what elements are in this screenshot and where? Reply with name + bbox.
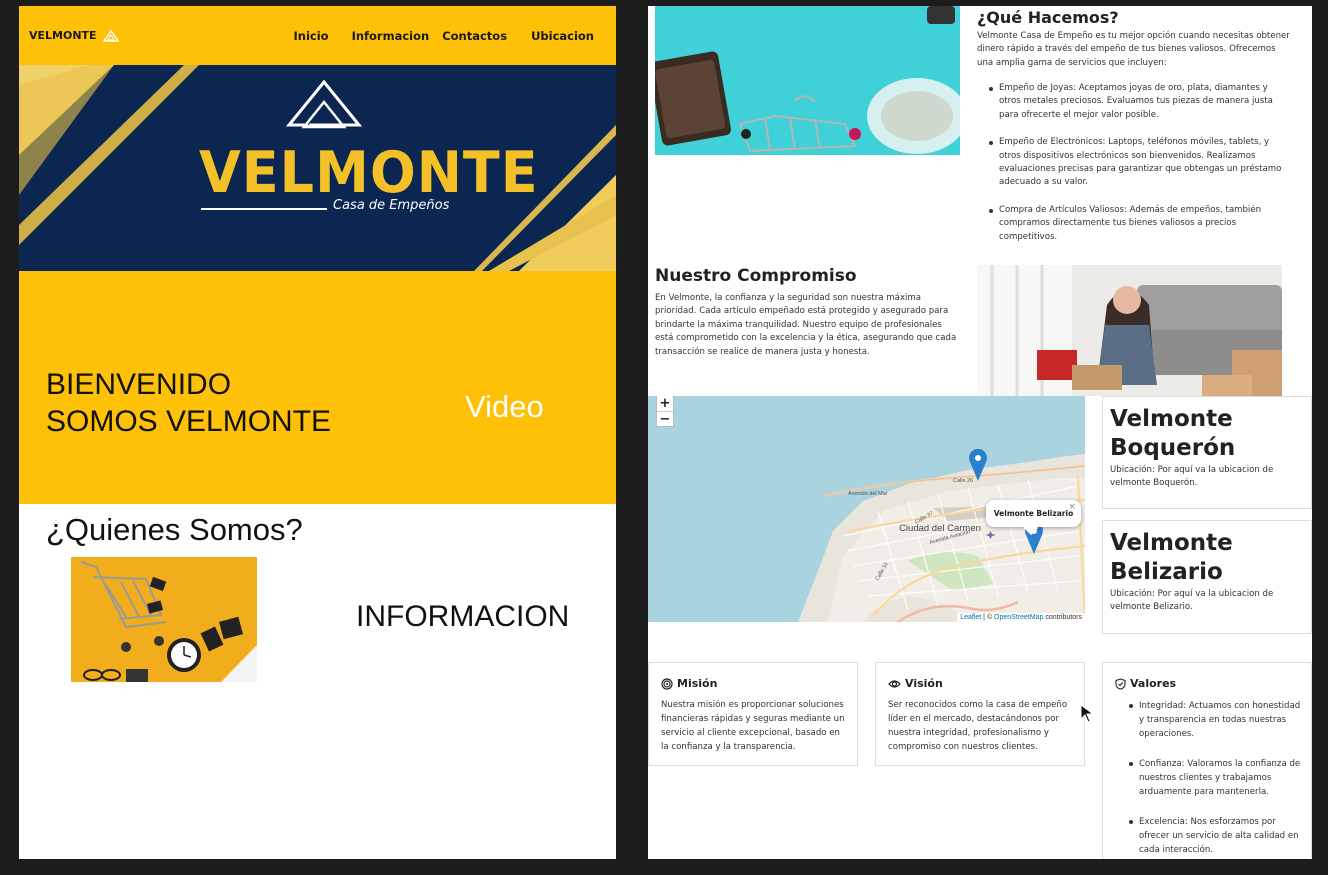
hero-banner: VELMONTE Casa de Empeños [19,65,616,271]
map-zoom-control: + − [656,396,674,427]
mouse-cursor-icon [1080,704,1095,723]
valor-item: Excelencia: Nos esforzamos por ofrecer u… [1129,815,1301,857]
service-item: Compra de Artículos Valiosos: Además de … [989,204,1284,244]
map-popup: Velmonte Belizario × [986,500,1081,527]
valor-item: Confianza: Valoramos la confianza de nue… [1129,759,1301,797]
mision-title-label: Misión [677,677,718,690]
hero-logo-text: VELMONTE [199,139,539,206]
compromiso-title: Nuestro Compromiso [655,266,857,286]
valores-title: Valores [1115,677,1176,690]
money-image [655,6,960,155]
mision-title: Misión [661,677,717,690]
popup-close-icon[interactable]: × [1068,494,1076,521]
welcome-section: BIENVENIDO SOMOS VELMONTE Video [19,271,616,504]
left-page: VELMONTE Inicio Informacion Contactos Ub… [19,6,616,859]
target-icon [661,677,673,690]
zoom-out-button[interactable]: − [657,411,673,427]
que-hacemos-description: Velmonte Casa de Empeño es tu mejor opci… [977,31,1290,68]
que-hacemos-title: ¿Qué Hacemos? [977,8,1119,27]
zoom-in-button[interactable]: + [657,396,673,411]
shopping-cart-image [71,557,257,682]
street-label-avenida-del-mar: Avenida del Mar [848,491,888,497]
location-card-belizario: Velmonte Belizario Ubicación: Por aquí v… [1102,520,1312,634]
leaflet-link[interactable]: Leaflet [960,614,981,621]
location-name: Velmonte Belizario [1110,530,1233,585]
attribution-tail: contributors [1043,614,1082,621]
valores-title-label: Valores [1130,677,1177,690]
brand-logo-icon [102,29,119,42]
about-section: ¿Quienes Somos? INFORMACION [19,504,616,859]
location-name: Velmonte Boquerón [1110,406,1236,461]
navbar: VELMONTE Inicio Informacion Contactos Ub… [19,6,616,65]
location-address: Ubicación: Por aquí va la ubicacion de v… [1110,465,1274,489]
service-item: Empeño de Electrónicos: Laptops, teléfon… [989,136,1284,190]
valores-card: Valores Integridad: Actuamos con honesti… [1102,662,1312,859]
video-placeholder[interactable]: Video [465,389,544,425]
location-address: Ubicación: Por aquí va la ubicacion de v… [1110,589,1274,613]
map-attribution: Leaflet | © OpenStreetMap contributors [957,613,1085,622]
nav-contactos[interactable]: Contactos [442,29,507,43]
woman-phone-image [977,265,1282,396]
attribution-separator: | © [981,614,995,621]
vision-text: Ser reconocidos como la casa de empeño l… [888,700,1068,752]
welcome-line-2: SOMOS VELMONTE [46,405,332,438]
brand-name: VELMONTE [29,29,97,42]
about-title: ¿Quienes Somos? [46,512,303,547]
brand[interactable]: VELMONTE [29,29,119,42]
vision-title: Visión [888,677,943,690]
service-item: Empeño de Joyas: Aceptamos joyas de oro,… [989,82,1284,122]
hero-logo-underline [201,208,327,210]
location-map[interactable]: Avenida del Mar Calle 37 Calle 31 Avenid… [648,396,1085,622]
map-city-label: Ciudad del Carmen [899,523,981,534]
nav-ubicacion[interactable]: Ubicacion [531,29,594,43]
valor-item: Integridad: Actuamos con honestidad y tr… [1129,701,1301,739]
shield-check-icon [1115,677,1126,690]
nav-links: Inicio Informacion Contactos Ubicacion [293,6,594,65]
compromiso-text: En Velmonte, la confianza y la seguridad… [655,293,957,357]
nav-informacion[interactable]: Informacion [352,29,430,43]
mision-card: Misión Nuestra misión es proporcionar so… [648,662,858,766]
welcome-line-1: BIENVENIDO [46,368,232,401]
vision-card: Visión Ser reconocidos como la casa de e… [875,662,1085,766]
osm-link[interactable]: OpenStreetMap [994,614,1043,621]
eye-icon [888,679,901,688]
right-page: ¿Qué Hacemos? Velmonte Casa de Empeño es… [648,6,1312,859]
hero-logo-subtitle: Casa de Empeños [333,198,450,213]
vision-title-label: Visión [905,677,943,690]
services-list: Empeño de Joyas: Aceptamos joyas de oro,… [989,82,1284,258]
valores-list: Integridad: Actuamos con honestidad y tr… [1129,699,1301,859]
mision-text: Nuestra misión es proporcionar solucione… [661,700,845,752]
location-card-boqueron: Velmonte Boquerón Ubicación: Por aquí va… [1102,396,1312,509]
about-info: INFORMACION [356,600,570,633]
map-popup-label: Velmonte Belizario [993,509,1074,518]
street-label-calle-26: Calle 26 [953,478,973,484]
nav-inicio[interactable]: Inicio [293,29,328,43]
